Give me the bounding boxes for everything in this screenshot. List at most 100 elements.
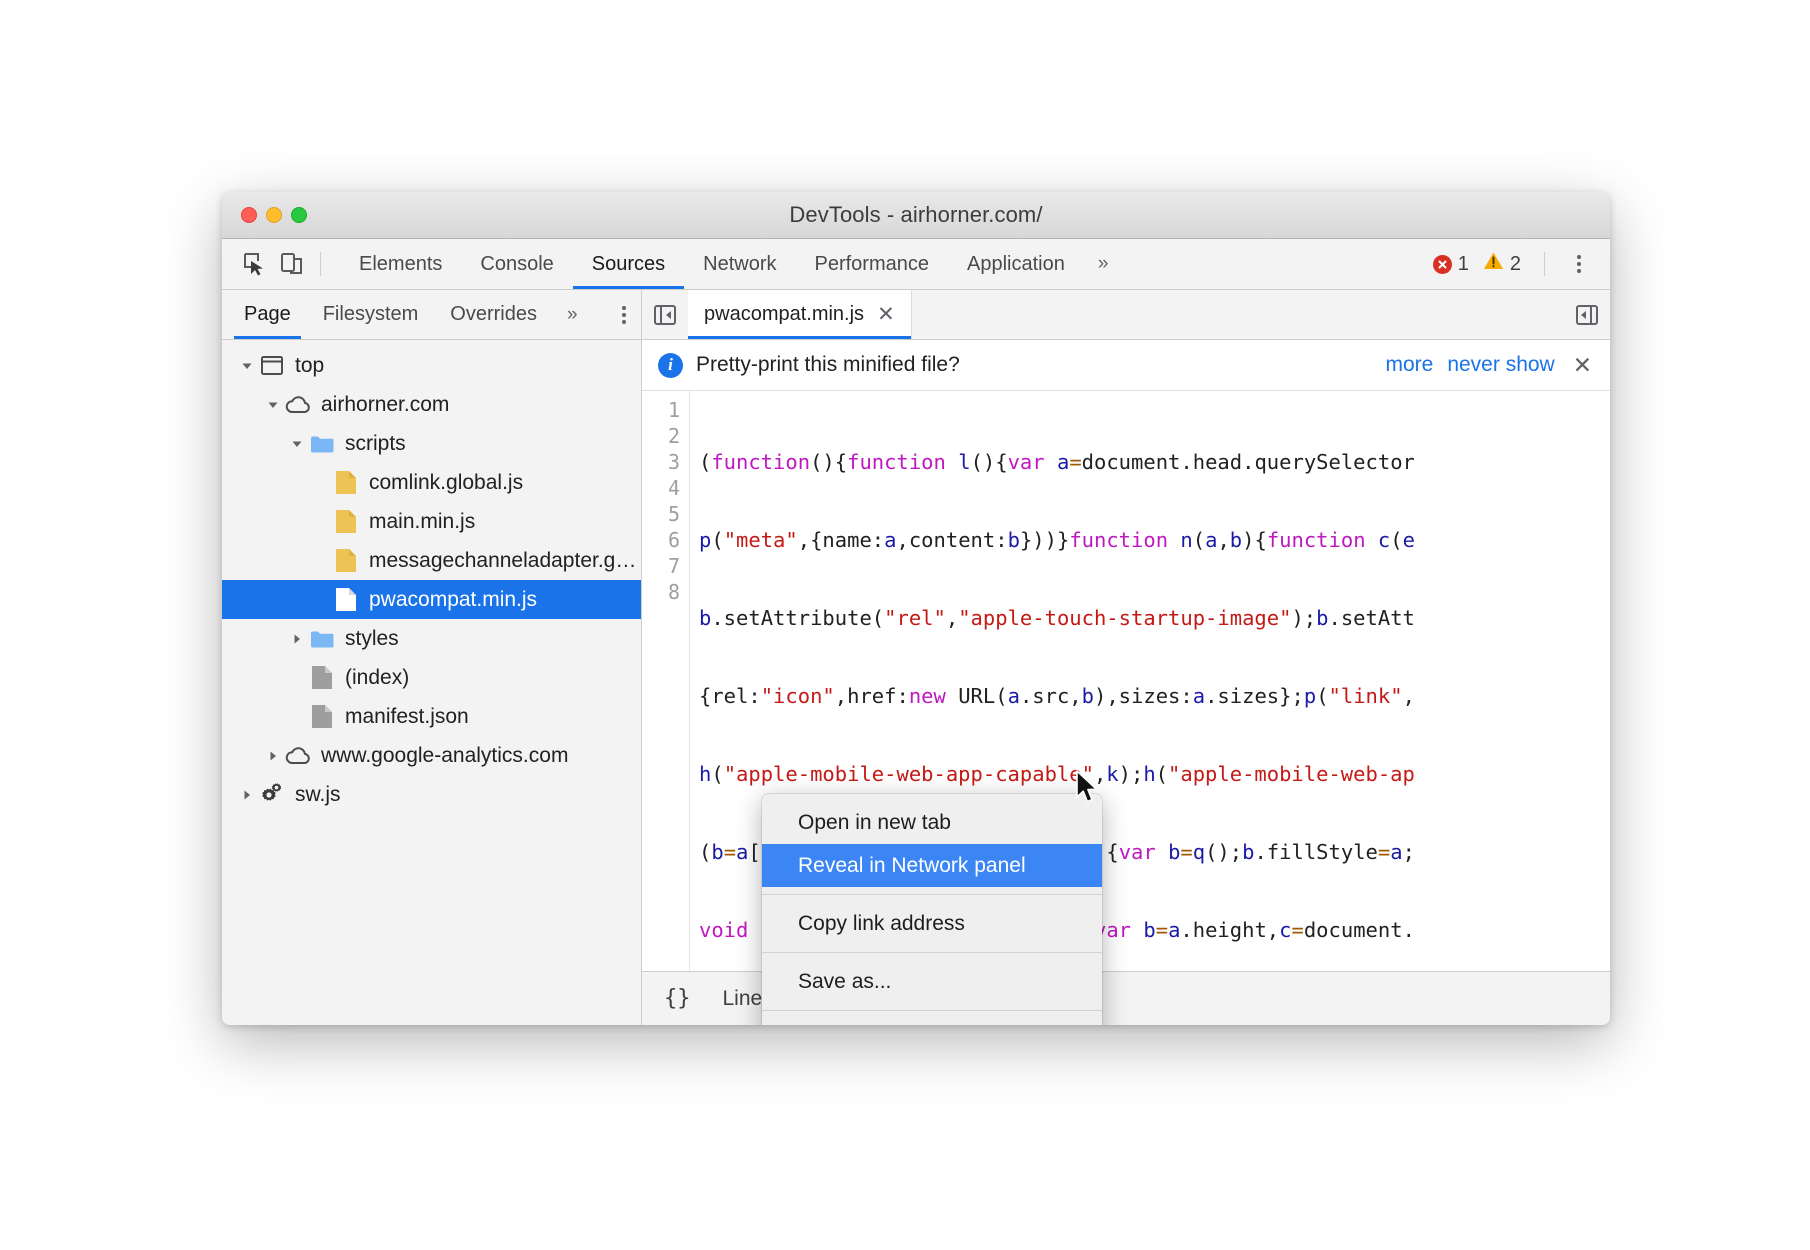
code-line: b.setAttribute("rel","apple-touch-startu… [699, 605, 1610, 631]
chevron-right-icon[interactable] [236, 789, 258, 801]
tab-performance[interactable]: Performance [796, 239, 949, 289]
tree-item-scripts[interactable]: scripts [222, 424, 641, 463]
chevron-right-icon[interactable] [286, 633, 308, 645]
tree-item-label: top [295, 354, 324, 378]
frame-icon [258, 356, 286, 375]
more-navigator-tabs-icon[interactable]: » [553, 304, 590, 326]
tree-item-google-analytics[interactable]: www.google-analytics.com [222, 736, 641, 775]
warning-count-badge[interactable]: 2 [1483, 251, 1521, 277]
navigator-menu-icon[interactable] [607, 298, 641, 332]
code-line: h("apple-mobile-web-app-capable",k);h("a… [699, 761, 1610, 787]
menu-item-copy-link-address[interactable]: Copy link address [762, 902, 1102, 945]
nav-tab-overrides[interactable]: Overrides [434, 290, 553, 339]
devtools-main-toolbar: Elements Console Sources Network Perform… [222, 239, 1610, 290]
tree-item-label: sw.js [295, 783, 341, 807]
error-count-badge[interactable]: 1 [1433, 253, 1469, 276]
tree-item-label: styles [345, 627, 399, 651]
tree-item-comlink-global-js[interactable]: comlink.global.js [222, 463, 641, 502]
menu-separator [762, 894, 1102, 895]
tree-item-messagechanneladapter-global-js[interactable]: messagechanneladapter.global.js [222, 541, 641, 580]
tree-item-manifest-json[interactable]: manifest.json [222, 697, 641, 736]
js-file-icon [332, 509, 360, 534]
zoom-window-button[interactable] [291, 207, 307, 223]
tab-network[interactable]: Network [684, 239, 795, 289]
tab-label: Application [967, 253, 1065, 276]
panel-tab-list: Elements Console Sources Network Perform… [340, 239, 1120, 289]
tree-item-label: scripts [345, 432, 406, 456]
minimize-window-button[interactable] [266, 207, 282, 223]
infobar-actions: more never show ✕ [1385, 353, 1592, 377]
service-worker-icon [258, 782, 286, 808]
editor-tab-strip: pwacompat.min.js ✕ [642, 290, 1610, 340]
line-number: 5 [642, 501, 680, 527]
tab-elements[interactable]: Elements [340, 239, 461, 289]
close-icon[interactable]: ✕ [877, 304, 895, 325]
editor-tab-pwacompat[interactable]: pwacompat.min.js ✕ [688, 290, 912, 339]
error-count: 1 [1458, 253, 1469, 276]
nav-tab-label: Page [244, 303, 291, 326]
nav-tab-label: Overrides [450, 303, 537, 326]
tree-item-styles[interactable]: styles [222, 619, 641, 658]
devtools-main-menu-icon[interactable] [1562, 247, 1596, 281]
close-icon[interactable]: ✕ [1573, 354, 1592, 377]
more-panels-icon[interactable]: » [1084, 253, 1121, 275]
window-titlebar: DevTools - airhorner.com/ [222, 192, 1610, 239]
show-debugger-icon[interactable] [1564, 290, 1610, 339]
pretty-print-button[interactable]: {} [664, 986, 691, 1011]
tree-item-main-min-js[interactable]: main.min.js [222, 502, 641, 541]
close-window-button[interactable] [241, 207, 257, 223]
toolbar-divider-right [1544, 252, 1545, 276]
tab-console[interactable]: Console [461, 239, 572, 289]
chevron-right-icon[interactable] [262, 750, 284, 762]
context-menu: Open in new tab Reveal in Network panel … [762, 794, 1102, 1025]
tree-item-index[interactable]: (index) [222, 658, 641, 697]
toolbar-divider [320, 252, 321, 276]
tab-application[interactable]: Application [948, 239, 1084, 289]
line-number: 2 [642, 423, 680, 449]
error-icon [1433, 255, 1452, 274]
chevron-down-icon[interactable] [262, 399, 284, 411]
tab-label: Performance [815, 253, 930, 276]
info-icon: i [658, 353, 683, 378]
nav-tab-filesystem[interactable]: Filesystem [307, 290, 435, 339]
tree-item-label: manifest.json [345, 705, 469, 729]
tree-item-top[interactable]: top [222, 346, 641, 385]
never-show-link[interactable]: never show [1447, 353, 1554, 377]
menu-item-speech[interactable] [762, 1018, 1102, 1025]
device-toolbar-icon[interactable] [273, 245, 311, 283]
chevron-down-icon[interactable] [236, 360, 258, 372]
menu-item-save-as[interactable]: Save as... [762, 960, 1102, 1003]
devtools-window: DevTools - airhorner.com/ Elements Conso… [222, 192, 1610, 1025]
code-line: {rel:"icon",href:new URL(a.src,b),sizes:… [699, 683, 1610, 709]
line-number: 6 [642, 527, 680, 553]
nav-tab-label: Filesystem [323, 303, 419, 326]
menu-item-open-in-new-tab[interactable]: Open in new tab [762, 801, 1102, 844]
tree-item-sw-js[interactable]: sw.js [222, 775, 641, 814]
menu-item-reveal-in-network-panel[interactable]: Reveal in Network panel [762, 844, 1102, 887]
line-number: 8 [642, 579, 680, 605]
cloud-icon [284, 746, 312, 765]
tree-item-airhorner[interactable]: airhorner.com [222, 385, 641, 424]
tree-item-label: (index) [345, 666, 409, 690]
chevron-down-icon[interactable] [286, 438, 308, 450]
tab-label: Sources [592, 253, 665, 276]
infobar-message: Pretty-print this minified file? [696, 353, 960, 377]
tree-item-label: www.google-analytics.com [321, 744, 568, 768]
tree-item-pwacompat-min-js[interactable]: pwacompat.min.js [222, 580, 641, 619]
navigator-pane: Page Filesystem Overrides » top airhorne… [222, 290, 642, 1025]
tree-item-label: messagechanneladapter.global.js [369, 549, 641, 573]
document-icon [308, 665, 336, 690]
menu-item-label: Copy link address [798, 912, 965, 936]
code-line: (function(){function l(){var a=document.… [699, 449, 1610, 475]
collapse-navigator-icon[interactable] [642, 290, 688, 339]
tab-sources[interactable]: Sources [573, 239, 684, 289]
js-file-icon [332, 470, 360, 495]
more-link[interactable]: more [1385, 353, 1433, 377]
nav-tab-page[interactable]: Page [228, 290, 307, 339]
pretty-print-infobar: i Pretty-print this minified file? more … [642, 340, 1610, 391]
tree-item-label: pwacompat.min.js [369, 588, 537, 612]
document-icon [308, 704, 336, 729]
inspect-element-icon[interactable] [235, 245, 273, 283]
window-controls [241, 207, 307, 223]
window-title: DevTools - airhorner.com/ [222, 202, 1610, 228]
